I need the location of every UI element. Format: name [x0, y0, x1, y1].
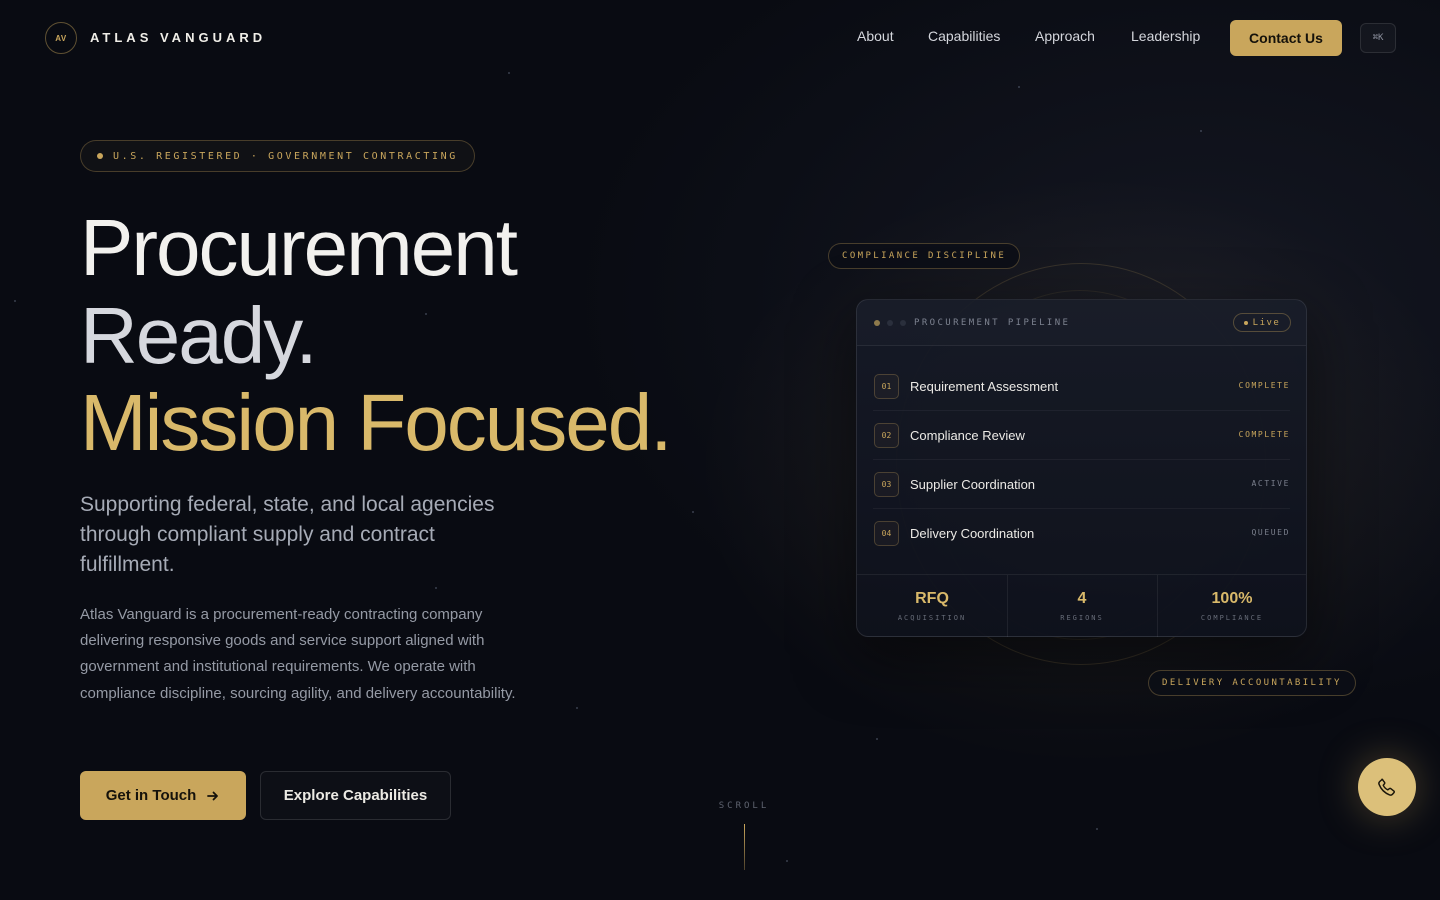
- nav-leadership[interactable]: Leadership: [1131, 28, 1200, 44]
- stat-value: 100%: [1211, 590, 1253, 607]
- stat-value: RFQ: [915, 590, 949, 607]
- window-dot-icon: [874, 320, 880, 326]
- step-number: 03: [874, 472, 899, 497]
- explore-capabilities-button[interactable]: Explore Capabilities: [260, 771, 451, 820]
- background-star: [786, 860, 788, 862]
- pipeline-step: 03 Supplier Coordination ACTIVE: [857, 460, 1306, 509]
- stat-regions: 4 REGIONS: [1007, 575, 1157, 637]
- hero-description: Atlas Vanguard is a procurement-ready co…: [80, 606, 516, 702]
- pipeline-stats: RFQ ACQUISITION 4 REGIONS 100% COMPLIANC…: [857, 574, 1307, 637]
- step-number: 04: [874, 521, 899, 546]
- arrow-right-icon: [207, 791, 219, 800]
- window-dot-icon: [900, 320, 906, 326]
- delivery-accountability-tag: DELIVERY ACCOUNTABILITY: [1148, 670, 1356, 696]
- background-star: [576, 707, 578, 709]
- background-star: [1018, 86, 1020, 88]
- stat-label: REGIONS: [1060, 614, 1104, 622]
- live-status-badge: Live: [1233, 313, 1291, 332]
- nav-about[interactable]: About: [857, 28, 894, 44]
- step-name: Delivery Coordination: [910, 526, 1035, 541]
- step-name: Compliance Review: [910, 428, 1025, 443]
- pipeline-step: 02 Compliance Review COMPLETE: [857, 411, 1306, 460]
- pipeline-step: 04 Delivery Coordination QUEUED: [857, 509, 1306, 558]
- hero-subheadline: Supporting federal, state, and local age…: [80, 493, 495, 576]
- procurement-pipeline-card: PROCUREMENT PIPELINE Live 01 Requirement…: [856, 299, 1307, 637]
- phone-icon: [1378, 778, 1395, 796]
- headline-line-3: Mission Focused.: [80, 378, 672, 467]
- brand-name[interactable]: ATLAS VANGUARD: [90, 30, 266, 45]
- stat-compliance: 100% COMPLIANCE: [1157, 575, 1307, 637]
- contact-us-button[interactable]: Contact Us: [1230, 20, 1342, 56]
- headline-line-2: Ready.: [80, 291, 318, 380]
- get-in-touch-label: Get in Touch: [105, 787, 197, 804]
- background-star: [876, 738, 878, 740]
- scroll-indicator-line: [744, 824, 745, 870]
- step-status: ACTIVE: [1251, 479, 1290, 488]
- live-dot-icon: [1243, 320, 1248, 325]
- background-star: [435, 587, 437, 589]
- registration-badge: U.S. REGISTERED · GOVERNMENT CONTRACTING: [80, 140, 475, 172]
- step-number: 02: [874, 423, 899, 448]
- brand-logo[interactable]: AV: [45, 22, 77, 54]
- stat-label: COMPLIANCE: [1200, 614, 1264, 622]
- pipeline-title: PROCUREMENT PIPELINE: [914, 318, 1071, 328]
- background-star: [692, 511, 694, 513]
- background-star: [14, 300, 16, 302]
- step-status: COMPLETE: [1238, 430, 1290, 439]
- stat-acquisition: RFQ ACQUISITION: [857, 575, 1007, 637]
- pipeline-card-header: PROCUREMENT PIPELINE Live: [857, 300, 1306, 346]
- live-label: Live: [1252, 317, 1281, 328]
- badge-dot-icon: [97, 153, 103, 159]
- nav-capabilities[interactable]: Capabilities: [928, 28, 1000, 44]
- step-name: Requirement Assessment: [910, 379, 1059, 394]
- background-star: [425, 313, 427, 315]
- background-star: [1096, 828, 1098, 830]
- stat-value: 4: [1077, 590, 1087, 607]
- step-status: QUEUED: [1251, 528, 1290, 537]
- pipeline-step: 01 Requirement Assessment COMPLETE: [857, 362, 1306, 411]
- step-number: 01: [874, 374, 899, 399]
- step-name: Supplier Coordination: [910, 477, 1036, 492]
- badge-text: U.S. REGISTERED · GOVERNMENT CONTRACTING: [113, 150, 458, 162]
- stat-label: ACQUISITION: [897, 614, 967, 622]
- get-in-touch-button[interactable]: Get in Touch: [80, 771, 246, 820]
- compliance-discipline-tag: COMPLIANCE DISCIPLINE: [828, 243, 1021, 269]
- headline-line-1: Procurement: [80, 203, 518, 292]
- command-palette-button[interactable]: ⌘K: [1360, 23, 1396, 53]
- background-star: [1200, 130, 1202, 132]
- window-dot-icon: [887, 320, 893, 326]
- background-star: [508, 72, 510, 74]
- call-button[interactable]: [1358, 758, 1416, 816]
- nav-approach[interactable]: Approach: [1035, 28, 1095, 44]
- scroll-indicator-label: SCROLL: [718, 801, 770, 811]
- step-status: COMPLETE: [1238, 381, 1290, 390]
